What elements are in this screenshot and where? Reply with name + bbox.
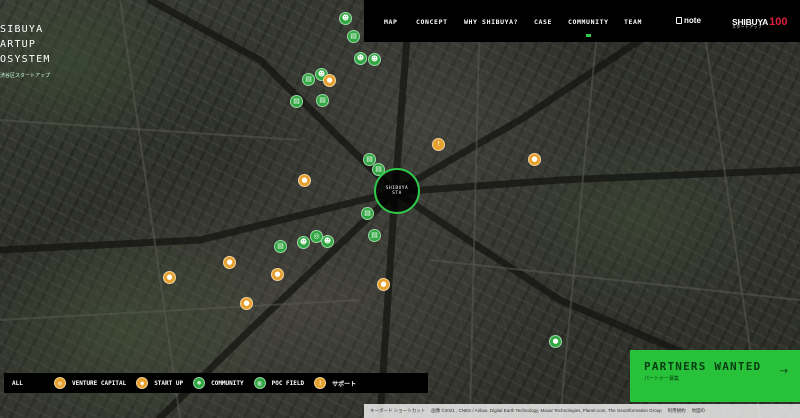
category-filter-bar: ALL ◎ VENTURE CAPITAL ● START UP ☻ COMMU… [4,373,428,393]
people-icon: ☻ [323,237,332,245]
arrow-right-icon: → [779,366,788,377]
filter-label: START UP [154,379,184,387]
people-icon: ☻ [299,238,308,246]
document-icon: ▤ [371,231,378,239]
startup-marker[interactable]: ● [240,297,253,310]
nav-note-link[interactable]: note [676,16,701,25]
map-attribution: キーボード ショートカット 画像 ©2021 , CNES / Airbus, … [364,404,800,418]
imagery-credit: 画像 ©2021 , CNES / Airbus, Digital Earth … [431,408,662,413]
filter-community[interactable]: ☻ COMMUNITY [193,377,244,389]
globe-icon: ◎ [54,377,66,389]
document-icon: ▤ [277,242,284,250]
filter-all[interactable]: ALL [12,380,54,387]
filter-label: POC FIELD [271,379,305,387]
startup-marker[interactable]: ● [323,74,336,87]
people-icon: ☻ [370,55,379,63]
top-navigation: MAP CONCEPT WHY SHIBUYA? CASE COMMUNITY … [364,0,800,42]
pin-icon: ● [301,176,308,184]
pin-icon: ● [243,299,250,307]
filter-label: サポート [332,380,357,388]
startup-marker[interactable]: ● [223,256,236,269]
keyboard-shortcuts-link[interactable]: キーボード ショートカット [370,408,425,414]
report-error-link[interactable]: 地図の [692,408,706,414]
poc-field-marker[interactable]: ▤ [290,95,303,108]
filter-support[interactable]: ! サポート [314,377,356,389]
pin-icon: ● [326,76,333,84]
people-icon: ☻ [356,54,365,62]
startup-marker[interactable]: ● [163,271,176,284]
site-logo[interactable]: SIBUYA ARTUP OSYSTEM 渋谷区スタートアップ [0,22,70,84]
nav-team[interactable]: TEAM [624,18,642,26]
nav-why-shibuya[interactable]: WHY SHIBUYA? [464,18,518,26]
note-label: note [684,16,701,25]
filter-label: VENTURE CAPITAL [72,379,127,387]
pin-icon: ● [166,273,173,281]
community-marker[interactable]: ☻ [297,236,310,249]
pin-icon: ● [552,337,559,345]
people-icon: ☻ [341,14,350,22]
filter-venture-capital[interactable]: ◎ VENTURE CAPITAL [54,377,126,389]
filter-poc-field[interactable]: ▤ POC FIELD [253,377,305,389]
nav-map[interactable]: MAP [384,18,398,26]
community-marker[interactable]: ☻ [354,52,367,65]
poc-field-marker[interactable]: ▤ [361,207,374,220]
partners-wanted-button[interactable]: PARTNERS WANTED パートナー募集 → [630,350,800,402]
poc-field-marker[interactable]: ▤ [316,94,329,107]
nav-case[interactable]: CASE [534,18,552,26]
info-icon: ! [437,140,440,148]
info-icon: ! [314,377,327,389]
community-marker[interactable]: ☻ [321,235,334,248]
community-marker[interactable]: ☻ [339,12,352,25]
pin-icon: ● [274,270,281,278]
document-icon: ▤ [253,377,266,389]
poc-field-marker[interactable]: ▤ [302,73,315,86]
startup-marker[interactable]: ● [271,268,284,281]
startup-marker[interactable]: ● [528,153,541,166]
globe-icon: ◎ [313,232,320,240]
document-icon: ▤ [366,155,373,163]
pin-icon: ● [531,155,538,163]
startup-marker[interactable]: ● [377,278,390,291]
poc-field-marker[interactable]: ▤ [274,240,287,253]
logo-line-1: SIBUYA [0,24,44,35]
document-icon: ▤ [364,209,371,217]
pin-icon: ● [380,280,387,288]
logo-subtitle: 渋谷区スタートアップ [0,73,51,79]
shibuya-station-marker[interactable]: SHIBUYA STA [374,168,420,214]
nav-community[interactable]: COMMUNITY [568,18,609,37]
note-icon [676,17,682,24]
station-label-line-2: STA [392,191,402,196]
startup-marker[interactable]: ● [298,174,311,187]
people-icon: ☻ [193,377,206,389]
partners-subtitle: パートナー募集 [644,376,680,382]
pin-icon: ● [226,258,233,266]
support-marker[interactable]: ! [432,138,445,151]
startup-marker[interactable]: ● [549,335,562,348]
filter-start-up[interactable]: ● START UP [136,377,183,389]
pin-icon: ● [136,377,149,389]
logo-line-2: ARTUP [0,39,37,50]
filter-label: COMMUNITY [211,379,244,387]
poc-field-marker[interactable]: ▤ [347,30,360,43]
community-marker[interactable]: ☻ [368,53,381,66]
nav-concept[interactable]: CONCEPT [416,18,448,26]
terms-link[interactable]: 利用規約 [668,408,686,414]
partners-title: PARTNERS WANTED [644,360,762,373]
logo-line-3: OSYSTEM [0,54,51,65]
document-icon: ▤ [375,165,382,173]
brand-subtitle: スタートアップ [732,24,763,29]
poc-field-marker[interactable]: ▤ [368,229,381,242]
shibuya-100-logo[interactable]: SHIBUYA100 スタートアップ [732,12,796,32]
document-icon: ▤ [350,32,357,40]
document-icon: ▤ [305,75,312,83]
brand-number: 100 [769,16,788,28]
document-icon: ▤ [293,97,300,105]
document-icon: ▤ [319,96,326,104]
